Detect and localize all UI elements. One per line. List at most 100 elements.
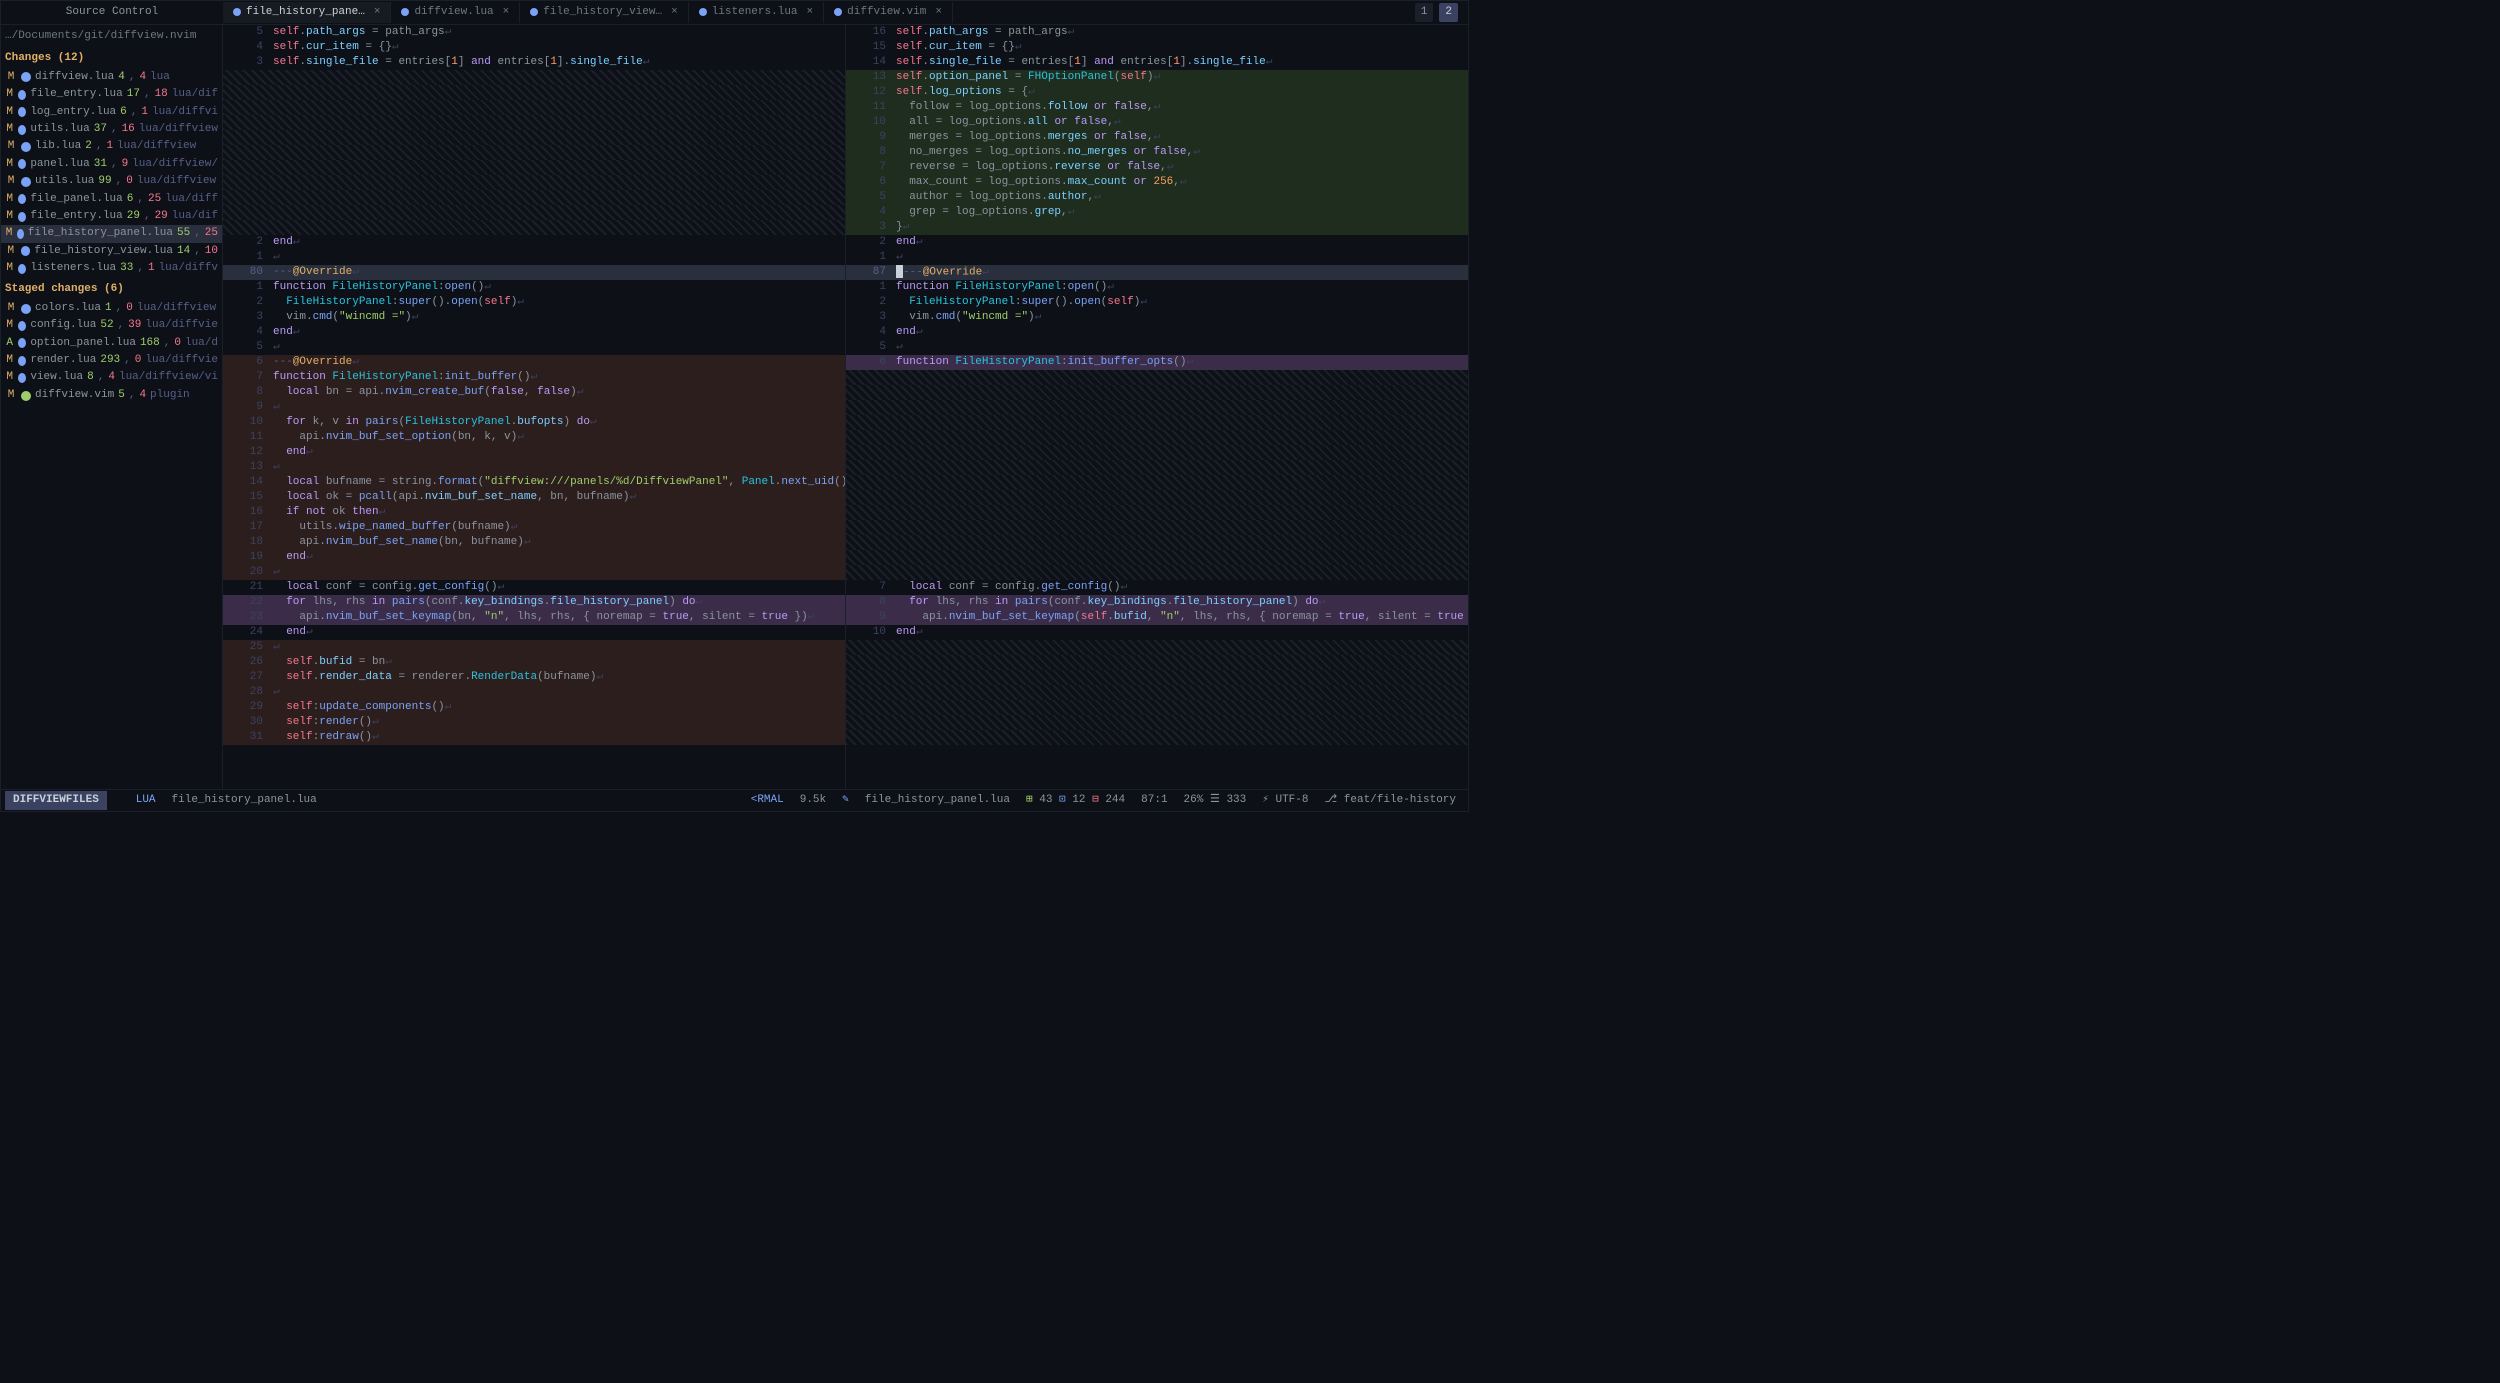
code-line[interactable]: 8 no_merges = log_options.no_merges or f… (846, 145, 1468, 160)
code-line[interactable]: 15self.cur_item = {}↵ (846, 40, 1468, 55)
code-line[interactable]: 30 self:render()↵ (223, 715, 845, 730)
code-line[interactable]: 20↵ (223, 565, 845, 580)
code-line[interactable]: 1function FileHistoryPanel:open()↵ (223, 280, 845, 295)
code-line[interactable]: 16self.path_args = path_args↵ (846, 25, 1468, 40)
code-line[interactable] (846, 640, 1468, 655)
tab-2[interactable]: file_history_view…× (520, 2, 688, 23)
code-line[interactable]: 8 local bn = api.nvim_create_buf(false, … (223, 385, 845, 400)
code-line[interactable] (223, 100, 845, 115)
code-line[interactable]: 16 if not ok then↵ (223, 505, 845, 520)
code-line[interactable]: 17 utils.wipe_named_buffer(bufname)↵ (223, 520, 845, 535)
file-item[interactable]: Mview.lua 8, 4 lua/diffview/vi (1, 369, 222, 386)
close-icon[interactable]: × (671, 5, 678, 20)
code-line[interactable] (846, 550, 1468, 565)
code-line[interactable] (846, 475, 1468, 490)
code-line[interactable] (223, 220, 845, 235)
file-item[interactable]: Mutils.lua 37, 16 lua/diffview (1, 121, 222, 138)
file-item[interactable]: Mutils.lua 99, 0 lua/diffview (1, 173, 222, 190)
code-line[interactable]: 4end↵ (223, 325, 845, 340)
file-item[interactable]: Mlib.lua 2, 1 lua/diffview (1, 138, 222, 155)
code-line[interactable] (223, 190, 845, 205)
code-line[interactable]: 11 follow = log_options.follow or false,… (846, 100, 1468, 115)
code-line[interactable] (846, 385, 1468, 400)
code-line[interactable] (223, 160, 845, 175)
file-item[interactable]: Mfile_history_view.lua 14, 10 (1, 243, 222, 260)
file-item[interactable]: Mpanel.lua 31, 9 lua/diffview/ (1, 156, 222, 173)
code-line[interactable]: 3}↵ (846, 220, 1468, 235)
code-line[interactable] (846, 520, 1468, 535)
code-line[interactable]: 5↵ (223, 340, 845, 355)
code-line[interactable] (846, 445, 1468, 460)
code-line[interactable] (223, 115, 845, 130)
code-line[interactable]: 7 reverse = log_options.reverse or false… (846, 160, 1468, 175)
right-pane[interactable]: 16self.path_args = path_args↵15self.cur_… (846, 25, 1468, 789)
code-line[interactable] (223, 205, 845, 220)
code-line[interactable]: 11 api.nvim_buf_set_option(bn, k, v)↵ (223, 430, 845, 445)
file-item[interactable]: Mlisteners.lua 33, 1 lua/diffv (1, 260, 222, 277)
tab-0[interactable]: file_history_pane…× (223, 2, 391, 23)
code-line[interactable]: 4end↵ (846, 325, 1468, 340)
close-icon[interactable]: × (374, 5, 381, 20)
code-line[interactable]: 13↵ (223, 460, 845, 475)
code-line[interactable] (223, 130, 845, 145)
close-icon[interactable]: × (503, 5, 510, 20)
code-line[interactable]: 5↵ (846, 340, 1468, 355)
code-line[interactable]: 24 end↵ (223, 625, 845, 640)
file-item[interactable]: Mlog_entry.lua 6, 1 lua/diffvi (1, 104, 222, 121)
code-line[interactable]: 2end↵ (846, 235, 1468, 250)
file-item[interactable]: Mcolors.lua 1, 0 lua/diffview (1, 300, 222, 317)
code-line[interactable]: 9 api.nvim_buf_set_keymap(self.bufid, "n… (846, 610, 1468, 625)
code-line[interactable] (846, 460, 1468, 475)
file-item[interactable]: Mfile_entry.lua 17, 18 lua/dif (1, 86, 222, 103)
code-line[interactable]: 12 end↵ (223, 445, 845, 460)
code-line[interactable] (846, 400, 1468, 415)
file-item[interactable]: Mfile_entry.lua 29, 29 lua/dif (1, 208, 222, 225)
left-pane[interactable]: 5self.path_args = path_args↵4self.cur_it… (223, 25, 846, 789)
tab-4[interactable]: diffview.vim× (824, 2, 953, 23)
code-line[interactable] (223, 175, 845, 190)
code-line[interactable]: 19 end↵ (223, 550, 845, 565)
code-line[interactable]: 5 author = log_options.author,↵ (846, 190, 1468, 205)
code-line[interactable]: 10end↵ (846, 625, 1468, 640)
code-line[interactable]: 25↵ (223, 640, 845, 655)
code-line[interactable]: 21 local conf = config.get_config()↵ (223, 580, 845, 595)
code-line[interactable]: 3self.single_file = entries[1] and entri… (223, 55, 845, 70)
code-line[interactable]: 10 for k, v in pairs(FileHistoryPanel.bu… (223, 415, 845, 430)
code-line[interactable]: 23 api.nvim_buf_set_keymap(bn, "n", lhs,… (223, 610, 845, 625)
code-line[interactable]: 5self.path_args = path_args↵ (223, 25, 845, 40)
code-line[interactable]: 1↵ (846, 250, 1468, 265)
code-line[interactable] (846, 715, 1468, 730)
code-line[interactable]: 29 self:update_components()↵ (223, 700, 845, 715)
code-line[interactable]: 80---@Override↵ (223, 265, 845, 280)
tab-1[interactable]: diffview.lua× (391, 2, 520, 23)
code-line[interactable]: 9 merges = log_options.merges or false,↵ (846, 130, 1468, 145)
file-item[interactable]: Mfile_panel.lua 6, 25 lua/diff (1, 191, 222, 208)
code-line[interactable]: 22 for lhs, rhs in pairs(conf.key_bindin… (223, 595, 845, 610)
code-line[interactable] (846, 700, 1468, 715)
file-item[interactable]: Mrender.lua 293, 0 lua/diffvie (1, 352, 222, 369)
code-line[interactable] (846, 730, 1468, 745)
code-line[interactable]: 2 FileHistoryPanel:super().open(self)↵ (223, 295, 845, 310)
page-2[interactable]: 2 (1439, 3, 1458, 22)
code-line[interactable]: 9↵ (223, 400, 845, 415)
code-line[interactable]: 2end↵ (223, 235, 845, 250)
code-line[interactable] (846, 505, 1468, 520)
code-line[interactable]: 4self.cur_item = {}↵ (223, 40, 845, 55)
file-item[interactable]: Aoption_panel.lua 168, 0 lua/d (1, 335, 222, 352)
code-line[interactable]: 4 grep = log_options.grep,↵ (846, 205, 1468, 220)
code-line[interactable]: 3 vim.cmd("wincmd =")↵ (846, 310, 1468, 325)
page-1[interactable]: 1 (1415, 3, 1434, 22)
code-line[interactable]: 7 local conf = config.get_config()↵ (846, 580, 1468, 595)
code-line[interactable]: 26 self.bufid = bn↵ (223, 655, 845, 670)
code-line[interactable]: 8 for lhs, rhs in pairs(conf.key_binding… (846, 595, 1468, 610)
code-line[interactable]: 10 all = log_options.all or false,↵ (846, 115, 1468, 130)
code-line[interactable]: 7function FileHistoryPanel:init_buffer()… (223, 370, 845, 385)
close-icon[interactable]: × (807, 5, 814, 20)
code-line[interactable]: 15 local ok = pcall(api.nvim_buf_set_nam… (223, 490, 845, 505)
close-icon[interactable]: × (935, 5, 942, 20)
code-line[interactable] (846, 490, 1468, 505)
code-line[interactable] (223, 70, 845, 85)
code-line[interactable]: 14 local bufname = string.format("diffvi… (223, 475, 845, 490)
code-line[interactable] (223, 145, 845, 160)
code-line[interactable] (846, 565, 1468, 580)
